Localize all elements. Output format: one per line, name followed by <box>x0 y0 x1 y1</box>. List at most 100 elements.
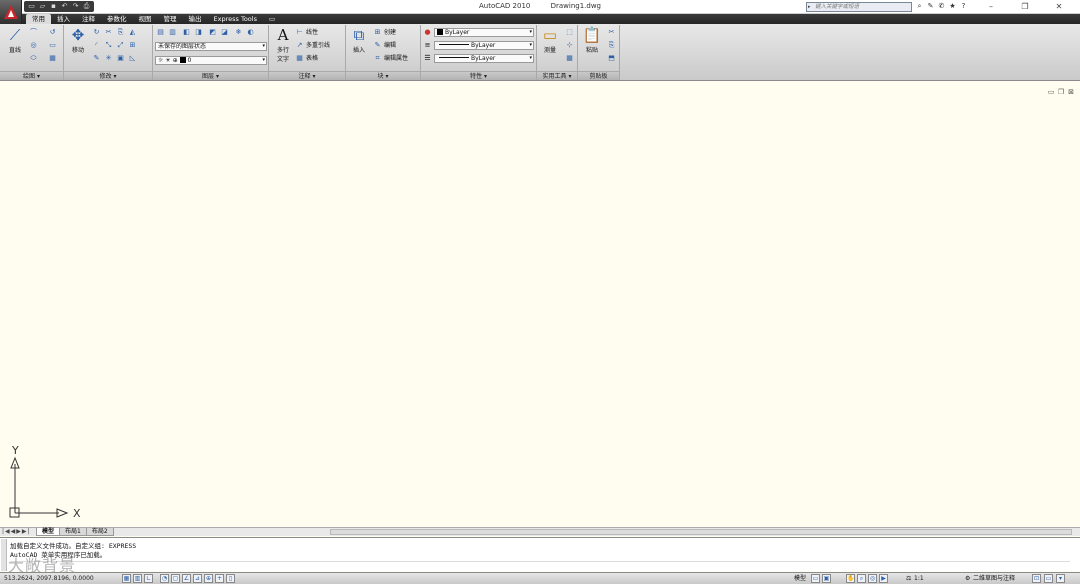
rotate-icon[interactable]: ↻ <box>92 28 101 37</box>
copy-icon[interactable]: ⎘ <box>116 28 125 37</box>
undo-icon[interactable]: ↶ <box>60 2 69 11</box>
lineweight-toggle-icon[interactable]: + <box>215 574 224 583</box>
stretch-icon[interactable]: ⤡ <box>104 41 113 50</box>
subscription-icon[interactable]: ✎ <box>926 1 935 12</box>
communication-icon[interactable]: ✆ <box>937 1 946 12</box>
plot-icon[interactable]: ⎙ <box>82 2 91 11</box>
rectangle-icon[interactable]: ▭ <box>48 41 57 50</box>
minimize-icon[interactable]: – <box>974 0 1008 13</box>
tab-view[interactable]: 视图 <box>133 14 158 24</box>
lineweight-icon[interactable]: ☰ <box>423 54 432 63</box>
ducs-icon[interactable]: ⊿ <box>193 574 202 583</box>
offset-icon[interactable]: ▣ <box>116 54 125 63</box>
edit-attributes-icon[interactable]: ⌗ <box>373 54 382 63</box>
layer-isolate-icon[interactable]: ◩ <box>208 28 217 37</box>
chamfer-icon[interactable]: ◺ <box>128 54 137 63</box>
layer-properties-icon[interactable]: ▤ <box>156 28 165 37</box>
tab-parametric[interactable]: 参数化 <box>101 14 133 24</box>
tab-layout2[interactable]: 布局2 <box>85 528 114 536</box>
restore-icon[interactable]: ❐ <box>1008 0 1042 13</box>
line-button[interactable]: ⟋ 直线 <box>3 27 27 55</box>
tab-manage[interactable]: 管理 <box>158 14 183 24</box>
tab-annotate[interactable]: 注释 <box>76 14 101 24</box>
cut-icon[interactable]: ✂ <box>607 28 616 37</box>
panel-draw-title[interactable]: 绘图 ▾ <box>0 71 63 80</box>
table-icon[interactable]: ▦ <box>295 54 304 63</box>
infocenter-search-input[interactable]: ▸ 键入关键字或短语 <box>806 2 912 12</box>
lineweight-combo[interactable]: ByLayer ▾ <box>434 54 534 63</box>
tab-express-tools[interactable]: Express Tools <box>208 14 263 24</box>
dyn-icon[interactable]: ⊕ <box>204 574 213 583</box>
linetype-combo[interactable]: ByLayer ▾ <box>434 41 534 50</box>
layer-previous-icon[interactable]: ◧ <box>182 28 191 37</box>
command-window-grip[interactable] <box>1 539 7 571</box>
multiline-text-button[interactable]: A 多行 文字 <box>271 27 295 64</box>
table-button[interactable]: 表格 <box>306 54 318 63</box>
linear-dimension-icon[interactable]: ⊢ <box>295 28 304 37</box>
tab-home[interactable]: 常用 <box>26 14 51 24</box>
help-icon[interactable]: ? <box>959 1 968 12</box>
workspace-switch[interactable]: 二维草图与注释 <box>973 574 1015 584</box>
lock-icon[interactable]: ⊡ <box>1032 574 1041 583</box>
ortho-icon[interactable]: ∟ <box>144 574 153 583</box>
scale-icon[interactable]: ⤢ <box>116 41 125 50</box>
calculator-icon[interactable]: ▦ <box>565 54 574 63</box>
command-input[interactable] <box>10 561 1070 570</box>
search-icon[interactable]: ⌕ <box>915 1 924 12</box>
horizontal-scrollbar[interactable] <box>330 529 1072 535</box>
copy-clip-icon[interactable]: ⎘ <box>607 41 616 50</box>
quick-view-drawings-icon[interactable]: ▣ <box>822 574 831 583</box>
color-wheel-icon[interactable]: ● <box>423 28 432 37</box>
panel-block-title[interactable]: 块 ▾ <box>346 71 420 80</box>
linetype-icon[interactable]: ≡ <box>423 41 432 50</box>
grid-icon[interactable]: ▥ <box>133 574 142 583</box>
coordinates-readout[interactable]: 513.2624, 2097.8196, 0.0000 <box>4 574 94 584</box>
layer-match-icon[interactable]: ◨ <box>194 28 203 37</box>
quick-view-layouts-icon[interactable]: ▭ <box>811 574 820 583</box>
hatch-icon[interactable]: ▦ <box>48 54 57 63</box>
edit-block-icon[interactable]: ✎ <box>373 41 382 50</box>
panel-annotation-title[interactable]: 注释 ▾ <box>269 71 345 80</box>
linear-dimension-button[interactable]: 线性 <box>306 28 318 37</box>
status-menu-icon[interactable]: ▾ <box>1056 574 1065 583</box>
measure-button[interactable]: ▭ 测量 <box>538 27 562 55</box>
edit-attributes-button[interactable]: 编辑属性 <box>384 54 408 63</box>
model-space-label[interactable]: 模型 <box>794 574 806 584</box>
erase-icon[interactable]: ✎ <box>92 54 101 63</box>
tab-output[interactable]: 输出 <box>183 14 208 24</box>
quick-properties-icon[interactable]: ▯ <box>226 574 235 583</box>
edit-block-button[interactable]: 编辑 <box>384 41 396 50</box>
annotation-scale-icon[interactable]: ⚖ <box>906 574 911 584</box>
osnap-icon[interactable]: ▢ <box>171 574 180 583</box>
layer-unisolate-icon[interactable]: ◪ <box>220 28 229 37</box>
workspace-icon[interactable]: ⚙ <box>965 574 970 584</box>
doc-restore-icon[interactable]: ❐ <box>1057 88 1065 96</box>
panel-properties-title[interactable]: 特性 ▾ <box>421 71 536 80</box>
otrack-icon[interactable]: ∠ <box>182 574 191 583</box>
panel-clipboard-title[interactable]: 剪贴板 <box>578 71 619 80</box>
create-block-button[interactable]: 创建 <box>384 28 396 37</box>
search-expand-icon[interactable]: ▸ <box>808 3 811 11</box>
multileader-button[interactable]: 多重引线 <box>306 41 330 50</box>
save-icon[interactable]: ▪ <box>49 2 58 11</box>
layer-state-icon[interactable]: ▥ <box>168 28 177 37</box>
insert-block-button[interactable]: ⧉ 插入 <box>347 27 371 55</box>
panel-layers-title[interactable]: 图层 ▾ <box>153 71 268 80</box>
arc-icon[interactable]: ↺ <box>48 28 57 37</box>
drawing-canvas[interactable] <box>0 82 1080 527</box>
steering-wheel-icon[interactable]: ◎ <box>868 574 877 583</box>
polyline-icon[interactable]: ⌒ <box>29 28 38 37</box>
mirror-icon[interactable]: ◭ <box>128 28 137 37</box>
panel-utilities-title[interactable]: 实用工具 ▾ <box>537 71 577 80</box>
ellipse-icon[interactable]: ⬭ <box>29 54 38 63</box>
layer-off-icon[interactable]: ◐ <box>246 28 255 37</box>
snap-icon[interactable]: ▦ <box>122 574 131 583</box>
color-combo[interactable]: ByLayer ▾ <box>434 28 534 37</box>
pan-icon[interactable]: ✋ <box>846 574 855 583</box>
doc-close-icon[interactable]: ⊠ <box>1067 88 1075 96</box>
layer-freeze-icon[interactable]: ❄ <box>234 28 243 37</box>
layout-nav-arrows-icon[interactable]: |◀◀▶▶| <box>2 528 31 536</box>
array-icon[interactable]: ⊞ <box>128 41 137 50</box>
layer-state-combo[interactable]: 未保存的图层状态 ▾ <box>155 42 267 51</box>
tab-insert[interactable]: 插入 <box>51 14 76 24</box>
